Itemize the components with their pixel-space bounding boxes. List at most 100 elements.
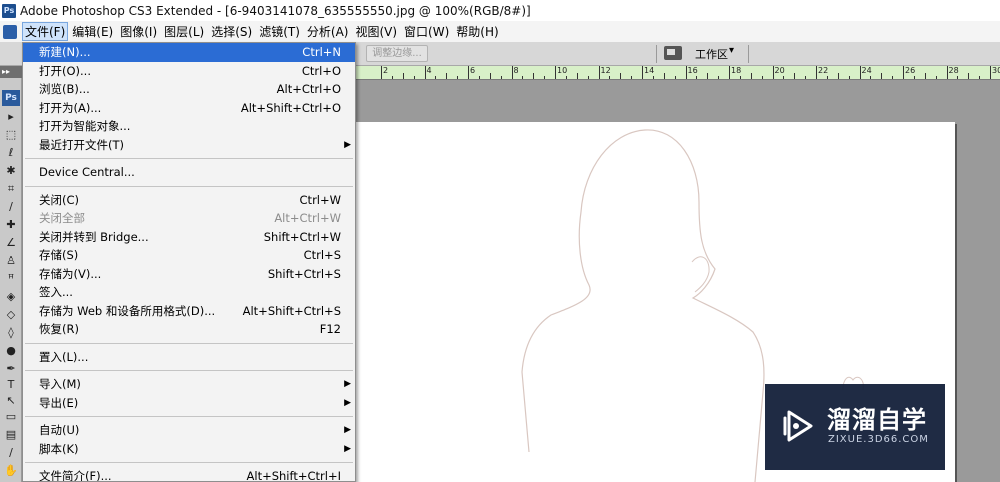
file-menu-item[interactable]: 导入(M) ▶	[23, 375, 355, 394]
menu-view[interactable]: 视图(V)	[352, 22, 400, 41]
hand-tool-icon[interactable]: ✋	[4, 464, 18, 478]
file-menu-item[interactable]: 存储为(V)... Shift+Ctrl+S	[23, 265, 355, 284]
menu-item-shortcut: Ctrl+O	[301, 63, 341, 78]
magic-wand-tool-icon[interactable]: ✱	[4, 164, 18, 178]
file-menu-item[interactable]: 存储(S) Ctrl+S	[23, 246, 355, 265]
file-menu-item[interactable]: Device Central...	[23, 163, 355, 182]
ruler-minor-tick	[576, 73, 578, 79]
menu-file[interactable]: 文件(F)	[22, 22, 69, 41]
file-menu-item[interactable]: 新建(N)... Ctrl+N	[23, 43, 355, 62]
ruler-major-tick	[685, 66, 687, 79]
ruler-major-tick	[381, 66, 382, 79]
ruler-minor-tick	[707, 73, 709, 79]
menu-bar: 文件(F) 编辑(E) 图像(I) 图层(L) 选择(S) 滤镜(T) 分析(A…	[0, 21, 1000, 42]
menu-separator	[23, 366, 355, 375]
menu-image[interactable]: 图像(I)	[117, 22, 160, 41]
ruler-minor-tick	[544, 76, 546, 79]
dodge-tool-icon[interactable]: ●	[4, 344, 18, 358]
ruler-minor-tick	[609, 76, 611, 79]
menu-analysis[interactable]: 分析(A)	[304, 22, 352, 41]
ruler-minor-tick	[979, 76, 981, 79]
file-menu-item[interactable]: 最近打开文件(T) ▶	[23, 136, 355, 155]
file-menu-item[interactable]: 打开(O)... Ctrl+O	[23, 62, 355, 81]
ruler-label: 8	[513, 66, 519, 75]
toolbox-header[interactable]: ▸▸	[0, 66, 22, 78]
menu-item-label: 存储(S)	[39, 248, 79, 262]
healing-tool-icon[interactable]: ✚	[4, 218, 18, 232]
eyedropper-tool-icon[interactable]: ∕	[4, 200, 18, 214]
play-logo-icon	[783, 410, 813, 442]
ruler-minor-tick	[739, 76, 741, 79]
file-menu-item[interactable]: 文件简介(F)... Alt+Shift+Ctrl+I	[23, 467, 355, 481]
blur-tool-icon[interactable]: ◊	[4, 326, 18, 340]
notes-tool-icon[interactable]: ▤	[4, 428, 18, 442]
menu-filter[interactable]: 滤镜(T)	[256, 22, 303, 41]
file-menu-item[interactable]: 关闭全部 Alt+Ctrl+W	[23, 209, 355, 228]
file-menu-item[interactable]: 关闭并转到 Bridge... Shift+Ctrl+W	[23, 228, 355, 247]
ruler-minor-tick	[533, 73, 535, 79]
gradient-tool-icon[interactable]: ◇	[4, 308, 18, 322]
submenu-arrow-icon: ▶	[344, 425, 351, 435]
move-tool-icon[interactable]: ▸	[4, 110, 18, 124]
workspace-icon[interactable]	[664, 46, 682, 60]
file-menu-item[interactable]: 导出(E) ▶	[23, 394, 355, 413]
ruler-label: 2	[383, 66, 389, 75]
lasso-tool-icon[interactable]: ℓ	[4, 146, 18, 160]
type-tool-icon[interactable]: T	[4, 378, 18, 392]
menu-item-label: 恢复(R)	[39, 322, 79, 336]
ruler-minor-tick	[587, 76, 589, 79]
refine-edge-button[interactable]: 调整边缘...	[366, 45, 428, 62]
ruler-minor-tick	[935, 76, 937, 79]
toolbox: ▸▸ Ps ▸ ⬚ ℓ ✱ ⌗ ∕ ✚ ∠ ♙ ꟸ ◈ ◇ ◊ ● ✒ T ↖ …	[0, 66, 22, 482]
ruler-minor-tick	[413, 76, 415, 79]
menu-window[interactable]: 窗口(W)	[401, 22, 452, 41]
menu-separator	[23, 182, 355, 191]
workspace-button[interactable]: 工作区	[695, 46, 728, 62]
crop-tool-icon[interactable]: ⌗	[4, 182, 18, 196]
file-menu-item[interactable]: 自动(U) ▶	[23, 421, 355, 440]
brush-tool-icon[interactable]: ∠	[4, 236, 18, 250]
eyedropper2-tool-icon[interactable]: ∕	[4, 446, 18, 460]
menu-item-label: 签入...	[39, 285, 73, 299]
ruler-label: 22	[818, 66, 829, 75]
stamp-tool-icon[interactable]: ♙	[4, 254, 18, 268]
submenu-arrow-icon: ▶	[344, 139, 351, 150]
menu-item-shortcut: Ctrl+S	[303, 248, 341, 262]
file-menu-item[interactable]: 恢复(R) F12	[23, 320, 355, 339]
file-menu-item[interactable]: 打开为智能对象...	[23, 117, 355, 136]
shape-tool-icon[interactable]: ▭	[4, 410, 18, 424]
toolbox-logo-icon[interactable]: Ps	[2, 90, 20, 106]
file-menu-item[interactable]: 关闭(C) Ctrl+W	[23, 191, 355, 210]
history-brush-tool-icon[interactable]: ꟸ	[4, 272, 18, 286]
path-select-tool-icon[interactable]: ↖	[4, 394, 18, 408]
eraser-tool-icon[interactable]: ◈	[4, 290, 18, 304]
file-menu-item[interactable]: 置入(L)...	[23, 348, 355, 367]
app-menu-icon[interactable]	[3, 24, 17, 39]
ruler-minor-tick	[435, 76, 437, 79]
menu-select[interactable]: 选择(S)	[208, 22, 255, 41]
menu-help[interactable]: 帮助(H)	[453, 22, 501, 41]
marquee-tool-icon[interactable]: ⬚	[4, 128, 18, 142]
chevron-down-icon[interactable]: ▾	[729, 45, 734, 56]
menu-item-shortcut: Alt+Shift+Ctrl+S	[242, 303, 341, 318]
menu-layer[interactable]: 图层(L)	[161, 22, 207, 41]
watermark-title: 溜溜自学	[827, 406, 927, 434]
ruler-minor-tick	[674, 76, 676, 79]
menu-item-shortcut: Ctrl+W	[299, 192, 341, 207]
menu-item-label: 打开为(A)...	[39, 100, 102, 115]
menu-item-label: 关闭并转到 Bridge...	[39, 229, 149, 244]
file-menu-item[interactable]: 存储为 Web 和设备所用格式(D)... Alt+Shift+Ctrl+S	[23, 302, 355, 321]
file-menu-item[interactable]: 浏览(B)... Alt+Ctrl+O	[23, 80, 355, 99]
file-menu-item[interactable]: 签入...	[23, 283, 355, 302]
ruler-major-tick	[729, 66, 730, 79]
ruler-label: 18	[731, 66, 742, 75]
menu-edit[interactable]: 编辑(E)	[69, 22, 116, 41]
ruler-minor-tick	[663, 73, 665, 79]
file-menu-item[interactable]: 打开为(A)... Alt+Shift+Ctrl+O	[23, 99, 355, 118]
pen-tool-icon[interactable]: ✒	[4, 362, 18, 376]
ruler-minor-tick	[391, 76, 393, 79]
menu-item-label: 置入(L)...	[39, 349, 89, 364]
menu-separator	[23, 412, 355, 421]
menu-separator	[23, 458, 355, 467]
file-menu-item[interactable]: 脚本(K) ▶	[23, 440, 355, 459]
